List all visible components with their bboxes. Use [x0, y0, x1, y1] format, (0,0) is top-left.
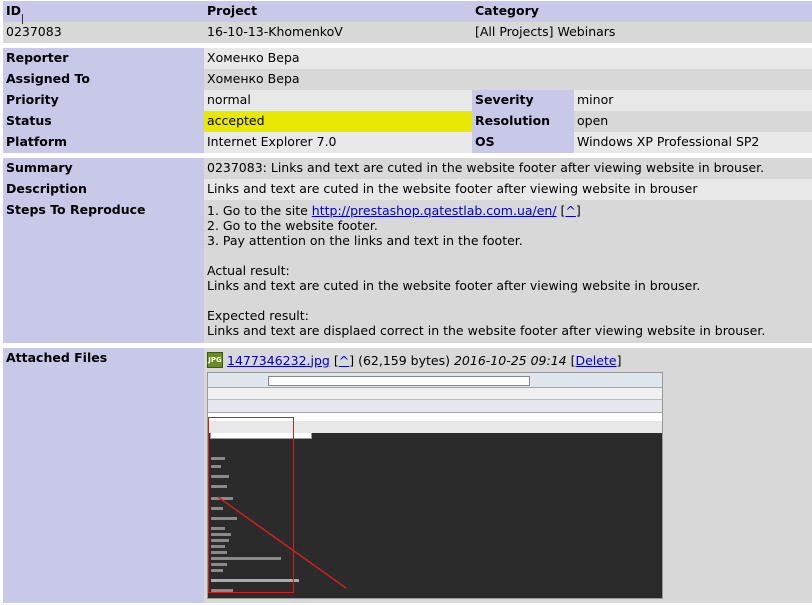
priority-label: Priority	[3, 90, 204, 111]
attachments-box: JPG 1477346232.jpg [^] (62,159 bytes) 20…	[204, 348, 812, 603]
reporter-label: Reporter	[3, 48, 204, 69]
resolution-value: open	[574, 111, 812, 132]
priority-row: Priority normal Severity minor	[3, 90, 812, 111]
description-row: Description Links and text are cuted in …	[3, 179, 812, 200]
step-3: 3. Pay attention on the links and text i…	[207, 233, 523, 248]
steps-row: Steps To Reproduce 1. Go to the site htt…	[3, 200, 812, 343]
site-link[interactable]: http://prestashop.qatestlab.com.ua/en/	[312, 203, 557, 218]
platform-value: Internet Explorer 7.0	[204, 132, 472, 153]
description-value: Links and text are cuted in the website …	[204, 179, 812, 200]
step-1: 1. Go to the site http://prestashop.qate…	[207, 203, 581, 218]
steps-value: 1. Go to the site http://prestashop.qate…	[204, 200, 812, 343]
attachment-date: 2016-10-25 09:14	[453, 352, 567, 368]
category-value: [All Projects] Webinars	[472, 22, 812, 43]
severity-label: Severity	[472, 90, 574, 111]
attachment-new-window-link[interactable]: ^	[339, 353, 349, 368]
platform-label: Platform	[3, 132, 204, 153]
attachment-size: (62,159 bytes)	[354, 352, 454, 368]
attachments-row: Attached Files JPG 1477346232.jpg [^] (6…	[3, 348, 812, 603]
image-file-icon: JPG	[207, 352, 223, 368]
status-label: Status	[3, 111, 204, 132]
project-header: Project	[204, 1, 472, 22]
attachment-line: JPG 1477346232.jpg [^] (62,159 bytes) 20…	[207, 352, 622, 368]
expected-result-text: Links and text are displaed correct in t…	[207, 323, 766, 338]
summary-value: 0237083: Links and text are cuted in the…	[204, 158, 812, 179]
site-link-new-window[interactable]: ^	[565, 203, 575, 218]
reporter-row: Reporter Хоменко Вера	[3, 48, 812, 69]
assigned-row: Assigned To Хоменко Вера	[3, 69, 812, 90]
actual-result-text: Links and text are cuted in the website …	[207, 278, 701, 293]
header-values-row: 0237083 16-10-13-KhomenkoV [All Projects…	[3, 22, 812, 43]
assigned-label: Assigned To	[3, 69, 204, 90]
step-2: 2. Go to the website footer.	[207, 218, 378, 233]
actual-result-label: Actual result:	[207, 263, 290, 278]
status-badge: accepted	[204, 111, 472, 132]
assigned-value: Хоменко Вера	[204, 69, 812, 90]
severity-value: minor	[574, 90, 812, 111]
resolution-label: Resolution	[472, 111, 574, 132]
header-row: ID Project Category	[3, 1, 812, 22]
id-header: ID	[3, 1, 204, 22]
project-value: 16-10-13-KhomenkoV	[204, 22, 472, 43]
attachment-thumbnail[interactable]	[207, 372, 663, 599]
os-value: Windows XP Professional SP2	[574, 132, 812, 153]
text-cursor-icon	[22, 14, 23, 24]
attachment-file-link[interactable]: 1477346232.jpg	[227, 353, 330, 368]
issue-details-table: ID Project Category 0237083 16-10-13-Kho…	[3, 1, 812, 603]
reporter-value: Хоменко Вера	[204, 48, 812, 69]
issue-id: 0237083	[3, 22, 204, 43]
platform-row: Platform Internet Explorer 7.0 OS Window…	[3, 132, 812, 153]
priority-value: normal	[204, 90, 472, 111]
attachment-delete-link[interactable]: Delete	[575, 353, 616, 368]
status-row: Status accepted Resolution open	[3, 111, 812, 132]
summary-label: Summary	[3, 158, 204, 179]
thumb-arrow-line	[217, 496, 347, 589]
os-label: OS	[472, 132, 574, 153]
expected-result-label: Expected result:	[207, 308, 309, 323]
steps-label: Steps To Reproduce	[3, 200, 204, 343]
category-header: Category	[472, 1, 812, 22]
description-label: Description	[3, 179, 204, 200]
summary-row: Summary 0237083: Links and text are cute…	[3, 158, 812, 179]
attachments-label: Attached Files	[3, 348, 204, 603]
